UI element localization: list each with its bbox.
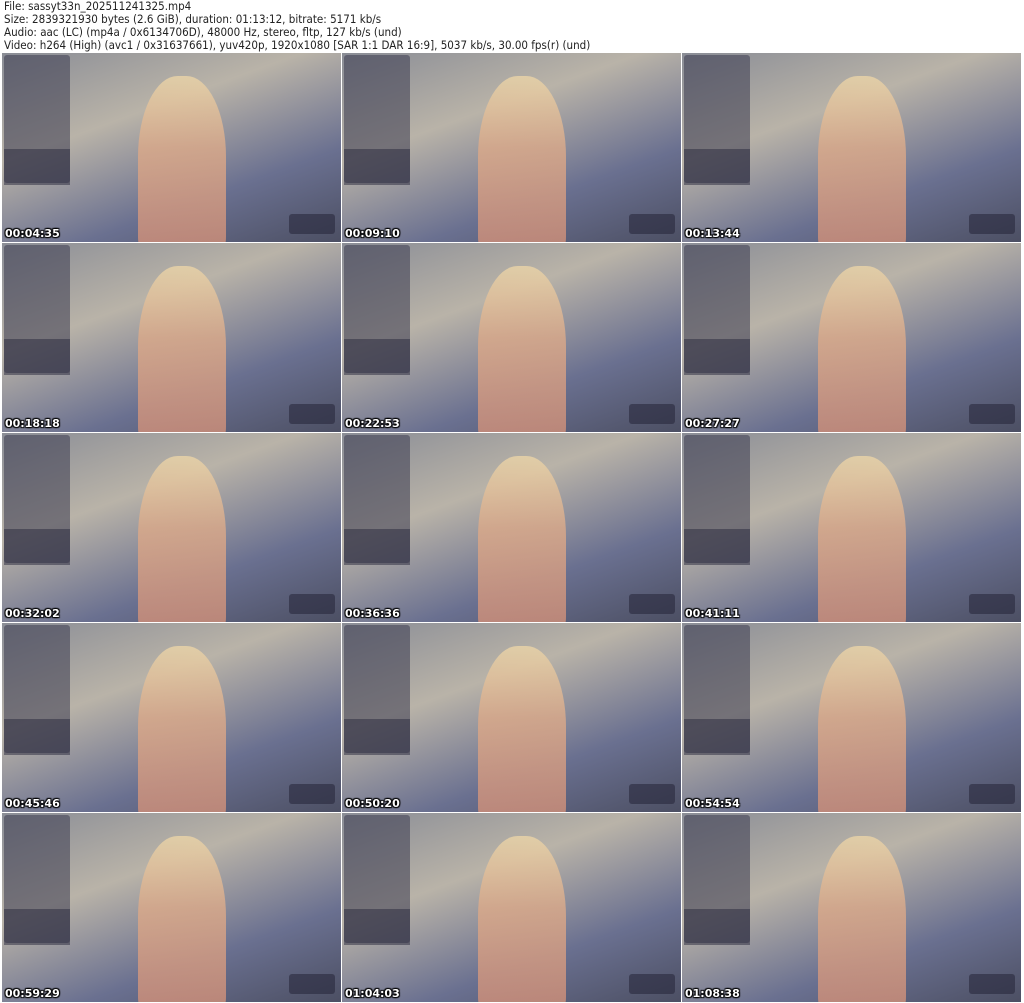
stream-overlay-badge [289, 974, 335, 994]
thumbnail-image [477, 455, 566, 622]
thumbnail-timestamp: 00:36:36 [345, 607, 400, 620]
stream-overlay-list [684, 719, 750, 755]
stream-overlay-badge [289, 214, 335, 234]
thumbnail-image [477, 835, 566, 1002]
thumbnail-image [477, 265, 566, 432]
video-thumbnail: 00:59:29 [2, 813, 341, 1002]
thumbnail-image [137, 455, 226, 622]
thumbnail-timestamp: 00:50:20 [345, 797, 400, 810]
stream-overlay-badge [289, 404, 335, 424]
video-thumbnail: 00:04:35 [2, 53, 341, 242]
stream-overlay-badge [289, 594, 335, 614]
stream-overlay-badge [629, 784, 675, 804]
thumbnail-image [137, 265, 226, 432]
stream-overlay-badge [289, 784, 335, 804]
thumbnail-timestamp: 00:54:54 [685, 797, 740, 810]
stream-overlay-list [684, 529, 750, 565]
stream-overlay-badge [969, 404, 1015, 424]
thumbnail-timestamp: 00:45:46 [5, 797, 60, 810]
thumbnail-timestamp: 00:09:10 [345, 227, 400, 240]
thumbnail-grid: 00:04:35 00:09:10 00:13:44 00:18:18 00:22:53… [2, 53, 1021, 1002]
video-thumbnail: 00:54:54 [682, 623, 1021, 812]
thumbnail-timestamp: 00:27:27 [685, 417, 740, 430]
thumbnail-timestamp: 00:13:44 [685, 227, 740, 240]
stream-overlay-list [344, 529, 410, 565]
stream-overlay-badge [969, 784, 1015, 804]
stream-overlay-badge [629, 404, 675, 424]
thumbnail-timestamp: 01:08:38 [685, 987, 740, 1000]
video-thumbnail: 00:27:27 [682, 243, 1021, 432]
stream-overlay-badge [969, 974, 1015, 994]
thumbnail-timestamp: 00:41:11 [685, 607, 740, 620]
video-thumbnail: 00:50:20 [342, 623, 681, 812]
stream-overlay-list [4, 149, 70, 185]
thumbnail-image [817, 455, 906, 622]
stream-overlay-badge [629, 214, 675, 234]
thumbnail-timestamp: 00:04:35 [5, 227, 60, 240]
stream-overlay-list [344, 909, 410, 945]
stream-overlay-list [4, 909, 70, 945]
stream-overlay-badge [969, 594, 1015, 614]
file-info-header: File: sassyt33n_202511241325.mp4 Size: 2… [4, 0, 655, 52]
video-thumbnail: 00:36:36 [342, 433, 681, 622]
video-thumbnail: 00:13:44 [682, 53, 1021, 242]
thumbnail-image [817, 75, 906, 242]
thumbnail-image [817, 645, 906, 812]
thumbnail-timestamp: 00:22:53 [345, 417, 400, 430]
video-info: Video: h264 (High) (avc1 / 0x31637661), … [4, 38, 591, 52]
thumbnail-image [137, 645, 226, 812]
thumbnail-timestamp: 01:04:03 [345, 987, 400, 1000]
stream-overlay-list [344, 339, 410, 375]
thumbnail-image [477, 75, 566, 242]
video-thumbnail: 00:32:02 [2, 433, 341, 622]
thumbnail-timestamp: 00:59:29 [5, 987, 60, 1000]
video-thumbnail: 01:08:38 [682, 813, 1021, 1002]
stream-overlay-list [344, 719, 410, 755]
stream-overlay-list [684, 909, 750, 945]
thumbnail-image [477, 645, 566, 812]
stream-overlay-badge [969, 214, 1015, 234]
stream-overlay-list [344, 149, 410, 185]
video-thumbnail: 00:41:11 [682, 433, 1021, 622]
video-thumbnail: 00:09:10 [342, 53, 681, 242]
video-thumbnail: 00:18:18 [2, 243, 341, 432]
stream-overlay-list [684, 149, 750, 185]
video-thumbnail: 00:45:46 [2, 623, 341, 812]
stream-overlay-list [4, 719, 70, 755]
video-thumbnail: 00:22:53 [342, 243, 681, 432]
thumbnail-timestamp: 00:18:18 [5, 417, 60, 430]
thumbnail-image [137, 835, 226, 1002]
stream-overlay-list [684, 339, 750, 375]
stream-overlay-badge [629, 974, 675, 994]
thumbnail-timestamp: 00:32:02 [5, 607, 60, 620]
thumbnail-image [817, 835, 906, 1002]
stream-overlay-list [4, 339, 70, 375]
stream-overlay-badge [629, 594, 675, 614]
video-thumbnail: 01:04:03 [342, 813, 681, 1002]
thumbnail-image [137, 75, 226, 242]
stream-overlay-list [4, 529, 70, 565]
thumbnail-image [817, 265, 906, 432]
